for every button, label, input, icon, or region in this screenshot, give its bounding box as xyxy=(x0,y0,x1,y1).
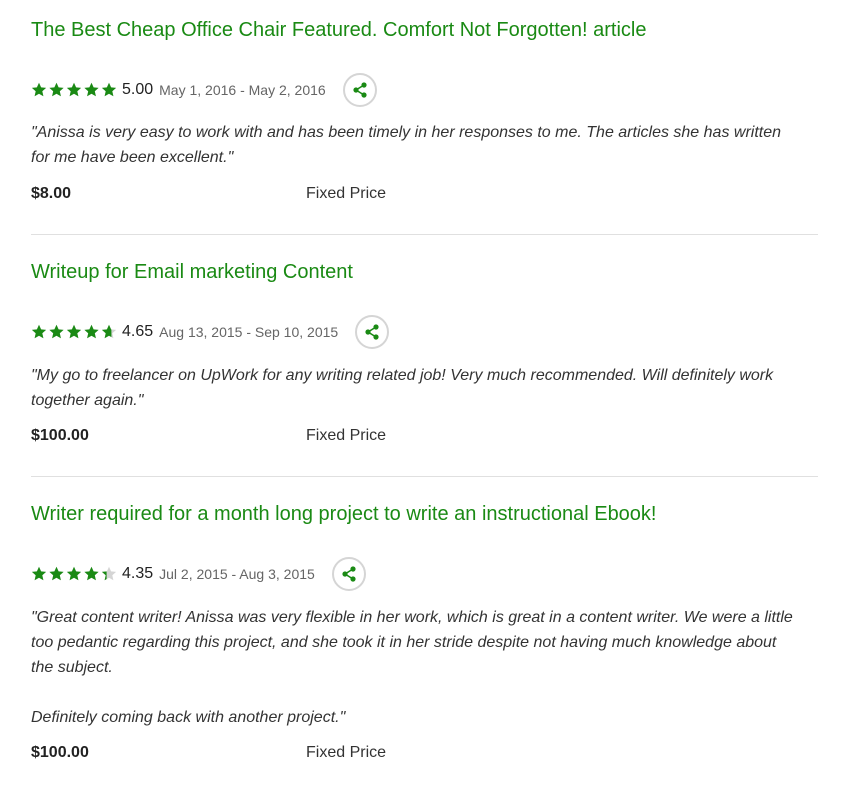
earned-amount: $100.00 xyxy=(31,427,89,444)
star-rating xyxy=(31,82,119,98)
star-icon xyxy=(84,324,99,339)
star-icon xyxy=(101,82,117,97)
share-icon xyxy=(342,566,356,582)
review-item: Writeup for Email marketing Content 4.65… xyxy=(31,235,818,477)
job-dates: Jul 2, 2015 - Aug 3, 2015 xyxy=(159,566,315,582)
star-icon xyxy=(49,82,64,97)
feedback-paragraph: Definitely coming back with another proj… xyxy=(31,709,346,726)
rating-row: 4.65 Aug 13, 2015 - Sep 10, 2015 xyxy=(31,312,390,352)
feedback-paragraph: "Great content writer! Anissa was very f… xyxy=(31,609,793,676)
work-history-list: The Best Cheap Office Chair Featured. Co… xyxy=(0,0,845,802)
client-feedback: "Anissa is very easy to work with and ha… xyxy=(31,120,801,170)
star-icon xyxy=(84,82,99,97)
share-button[interactable] xyxy=(355,315,390,349)
contract-type: Fixed Price xyxy=(306,185,387,202)
rating-row: 4.35 Jul 2, 2015 - Aug 3, 2015 xyxy=(31,554,366,594)
job-dates: Aug 13, 2015 - Sep 10, 2015 xyxy=(159,324,339,340)
star-icon xyxy=(101,566,117,581)
star-icon xyxy=(66,566,82,581)
rating-score: 5.00 xyxy=(122,81,154,98)
feedback-paragraph: "Anissa is very easy to work with and ha… xyxy=(31,124,782,166)
star-icon xyxy=(49,566,64,581)
star-icon xyxy=(66,324,82,339)
contract-type: Fixed Price xyxy=(306,744,387,761)
feedback-paragraph: "My go to freelancer on UpWork for any w… xyxy=(31,367,774,409)
rating-score: 4.35 xyxy=(122,565,154,582)
share-icon xyxy=(365,324,379,340)
star-icon xyxy=(66,82,82,97)
client-feedback: "My go to freelancer on UpWork for any w… xyxy=(31,363,801,413)
payment-row: $8.00 Fixed Price xyxy=(31,185,531,207)
star-icon xyxy=(31,324,47,339)
star-rating-graphic xyxy=(31,324,117,339)
job-title-link[interactable]: Writeup for Email marketing Content xyxy=(31,259,353,285)
payment-row: $100.00 Fixed Price xyxy=(31,744,531,766)
star-rating xyxy=(31,324,119,340)
earned-amount: $8.00 xyxy=(31,185,72,202)
star-rating-graphic xyxy=(31,82,117,97)
share-button[interactable] xyxy=(342,73,377,107)
rating-row: 5.00 May 1, 2016 - May 2, 2016 xyxy=(31,70,377,110)
earned-amount: $100.00 xyxy=(31,744,89,761)
job-dates: May 1, 2016 - May 2, 2016 xyxy=(159,82,326,98)
share-icon xyxy=(353,82,367,98)
payment-row: $100.00 Fixed Price xyxy=(31,427,531,449)
star-icon xyxy=(31,82,47,97)
star-rating-graphic xyxy=(31,566,117,581)
star-icon xyxy=(84,566,99,581)
contract-type: Fixed Price xyxy=(306,427,387,444)
share-button[interactable] xyxy=(331,557,366,591)
job-title-link[interactable]: Writer required for a month long project… xyxy=(31,501,657,527)
rating-score: 4.65 xyxy=(122,323,154,340)
review-item: The Best Cheap Office Chair Featured. Co… xyxy=(31,0,818,235)
job-title-link[interactable]: The Best Cheap Office Chair Featured. Co… xyxy=(31,17,646,43)
star-icon xyxy=(49,324,64,339)
star-icon xyxy=(31,566,47,581)
client-feedback: "Great content writer! Anissa was very f… xyxy=(31,605,801,730)
review-item: Writer required for a month long project… xyxy=(31,477,818,802)
star-icon xyxy=(101,324,117,339)
star-rating xyxy=(31,566,119,582)
